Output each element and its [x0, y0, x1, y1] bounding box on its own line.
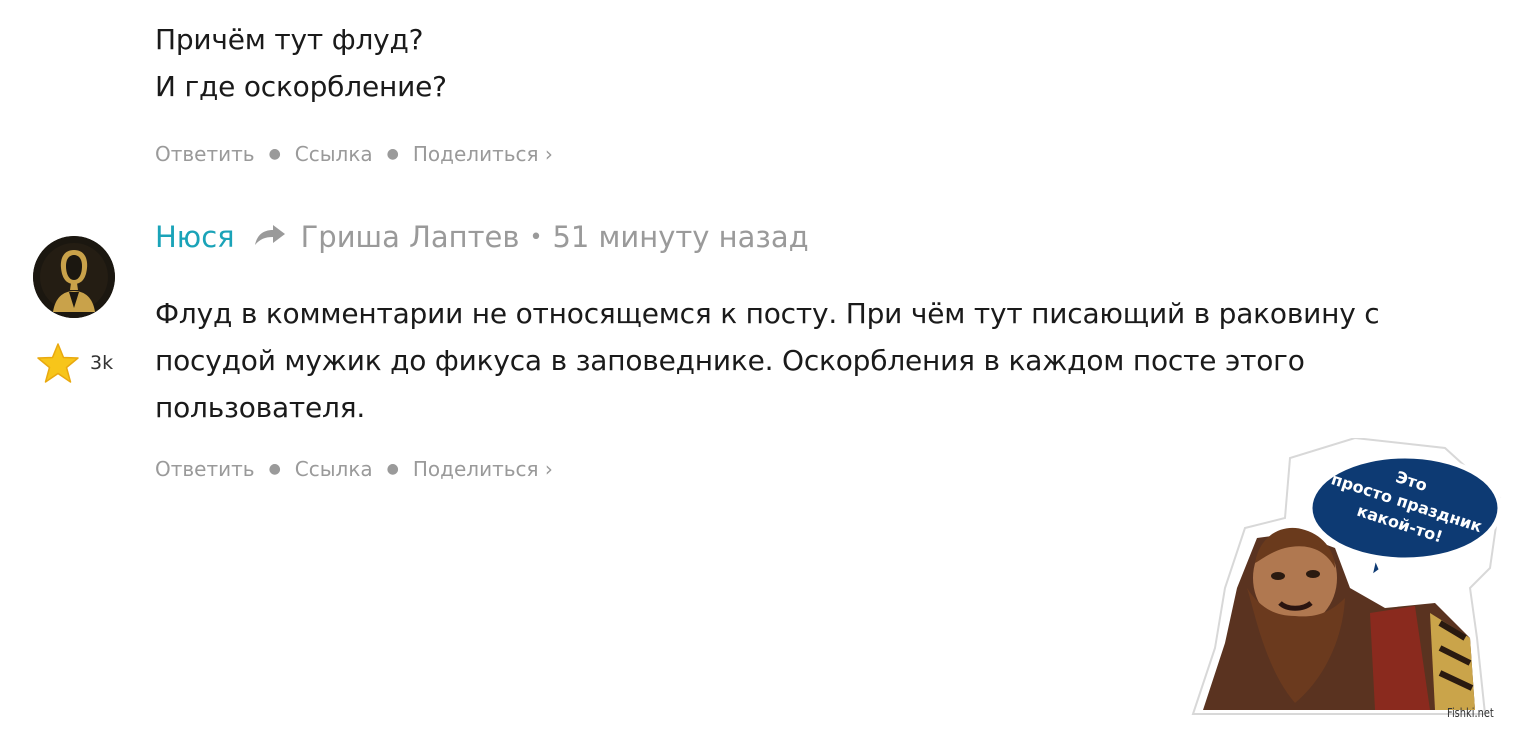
link-button[interactable]: Ссылка	[295, 142, 373, 166]
author-name[interactable]: Нюся	[155, 220, 235, 254]
reply-button[interactable]: Ответить	[155, 457, 255, 481]
share-button[interactable]: Поделиться ›	[413, 142, 553, 166]
avatar[interactable]	[33, 236, 115, 318]
avatar-silhouette-icon	[33, 236, 115, 318]
reply-to-user[interactable]: Гриша Лаптев	[301, 220, 520, 254]
comment-2-line: посудой мужик до фикуса в заповеднике. О…	[155, 344, 1305, 377]
reply-button[interactable]: Ответить	[155, 142, 255, 166]
rating: 3k	[36, 342, 113, 384]
comment-1-line: Причём тут флуд?	[155, 23, 424, 56]
comment-2-line: Флуд в комментарии не относящемся к пост…	[155, 297, 1380, 330]
share-button[interactable]: Поделиться ›	[413, 457, 553, 481]
rating-value: 3k	[90, 352, 114, 374]
link-button[interactable]: Ссылка	[295, 457, 373, 481]
actions-separator: ●	[386, 146, 399, 162]
comment-1-actions: Ответить ● Ссылка ● Поделиться ›	[155, 142, 553, 166]
comment-time[interactable]: 51 минуту назад	[552, 220, 808, 254]
watermark: Fishki.net	[1447, 706, 1494, 720]
comment-2-body: Флуд в комментарии не относящемся к пост…	[155, 290, 1380, 431]
comment-1-line: И где оскорбление?	[155, 70, 447, 103]
comment-1-body: Причём тут флуд? И где оскорбление?	[155, 16, 447, 110]
comment-2-actions: Ответить ● Ссылка ● Поделиться ›	[155, 457, 553, 481]
actions-separator: ●	[268, 146, 281, 162]
actions-separator: ●	[268, 461, 281, 477]
comment-2-line: пользователя.	[155, 391, 366, 424]
comment-2-header: Нюся Гриша Лаптев • 51 минуту назад	[155, 220, 809, 254]
header-separator: •	[529, 224, 543, 250]
star-icon	[37, 343, 79, 383]
reply-arrow-icon	[253, 220, 287, 254]
sticker-image: Это просто праздник какой-то!	[1185, 436, 1503, 720]
actions-separator: ●	[386, 461, 399, 477]
